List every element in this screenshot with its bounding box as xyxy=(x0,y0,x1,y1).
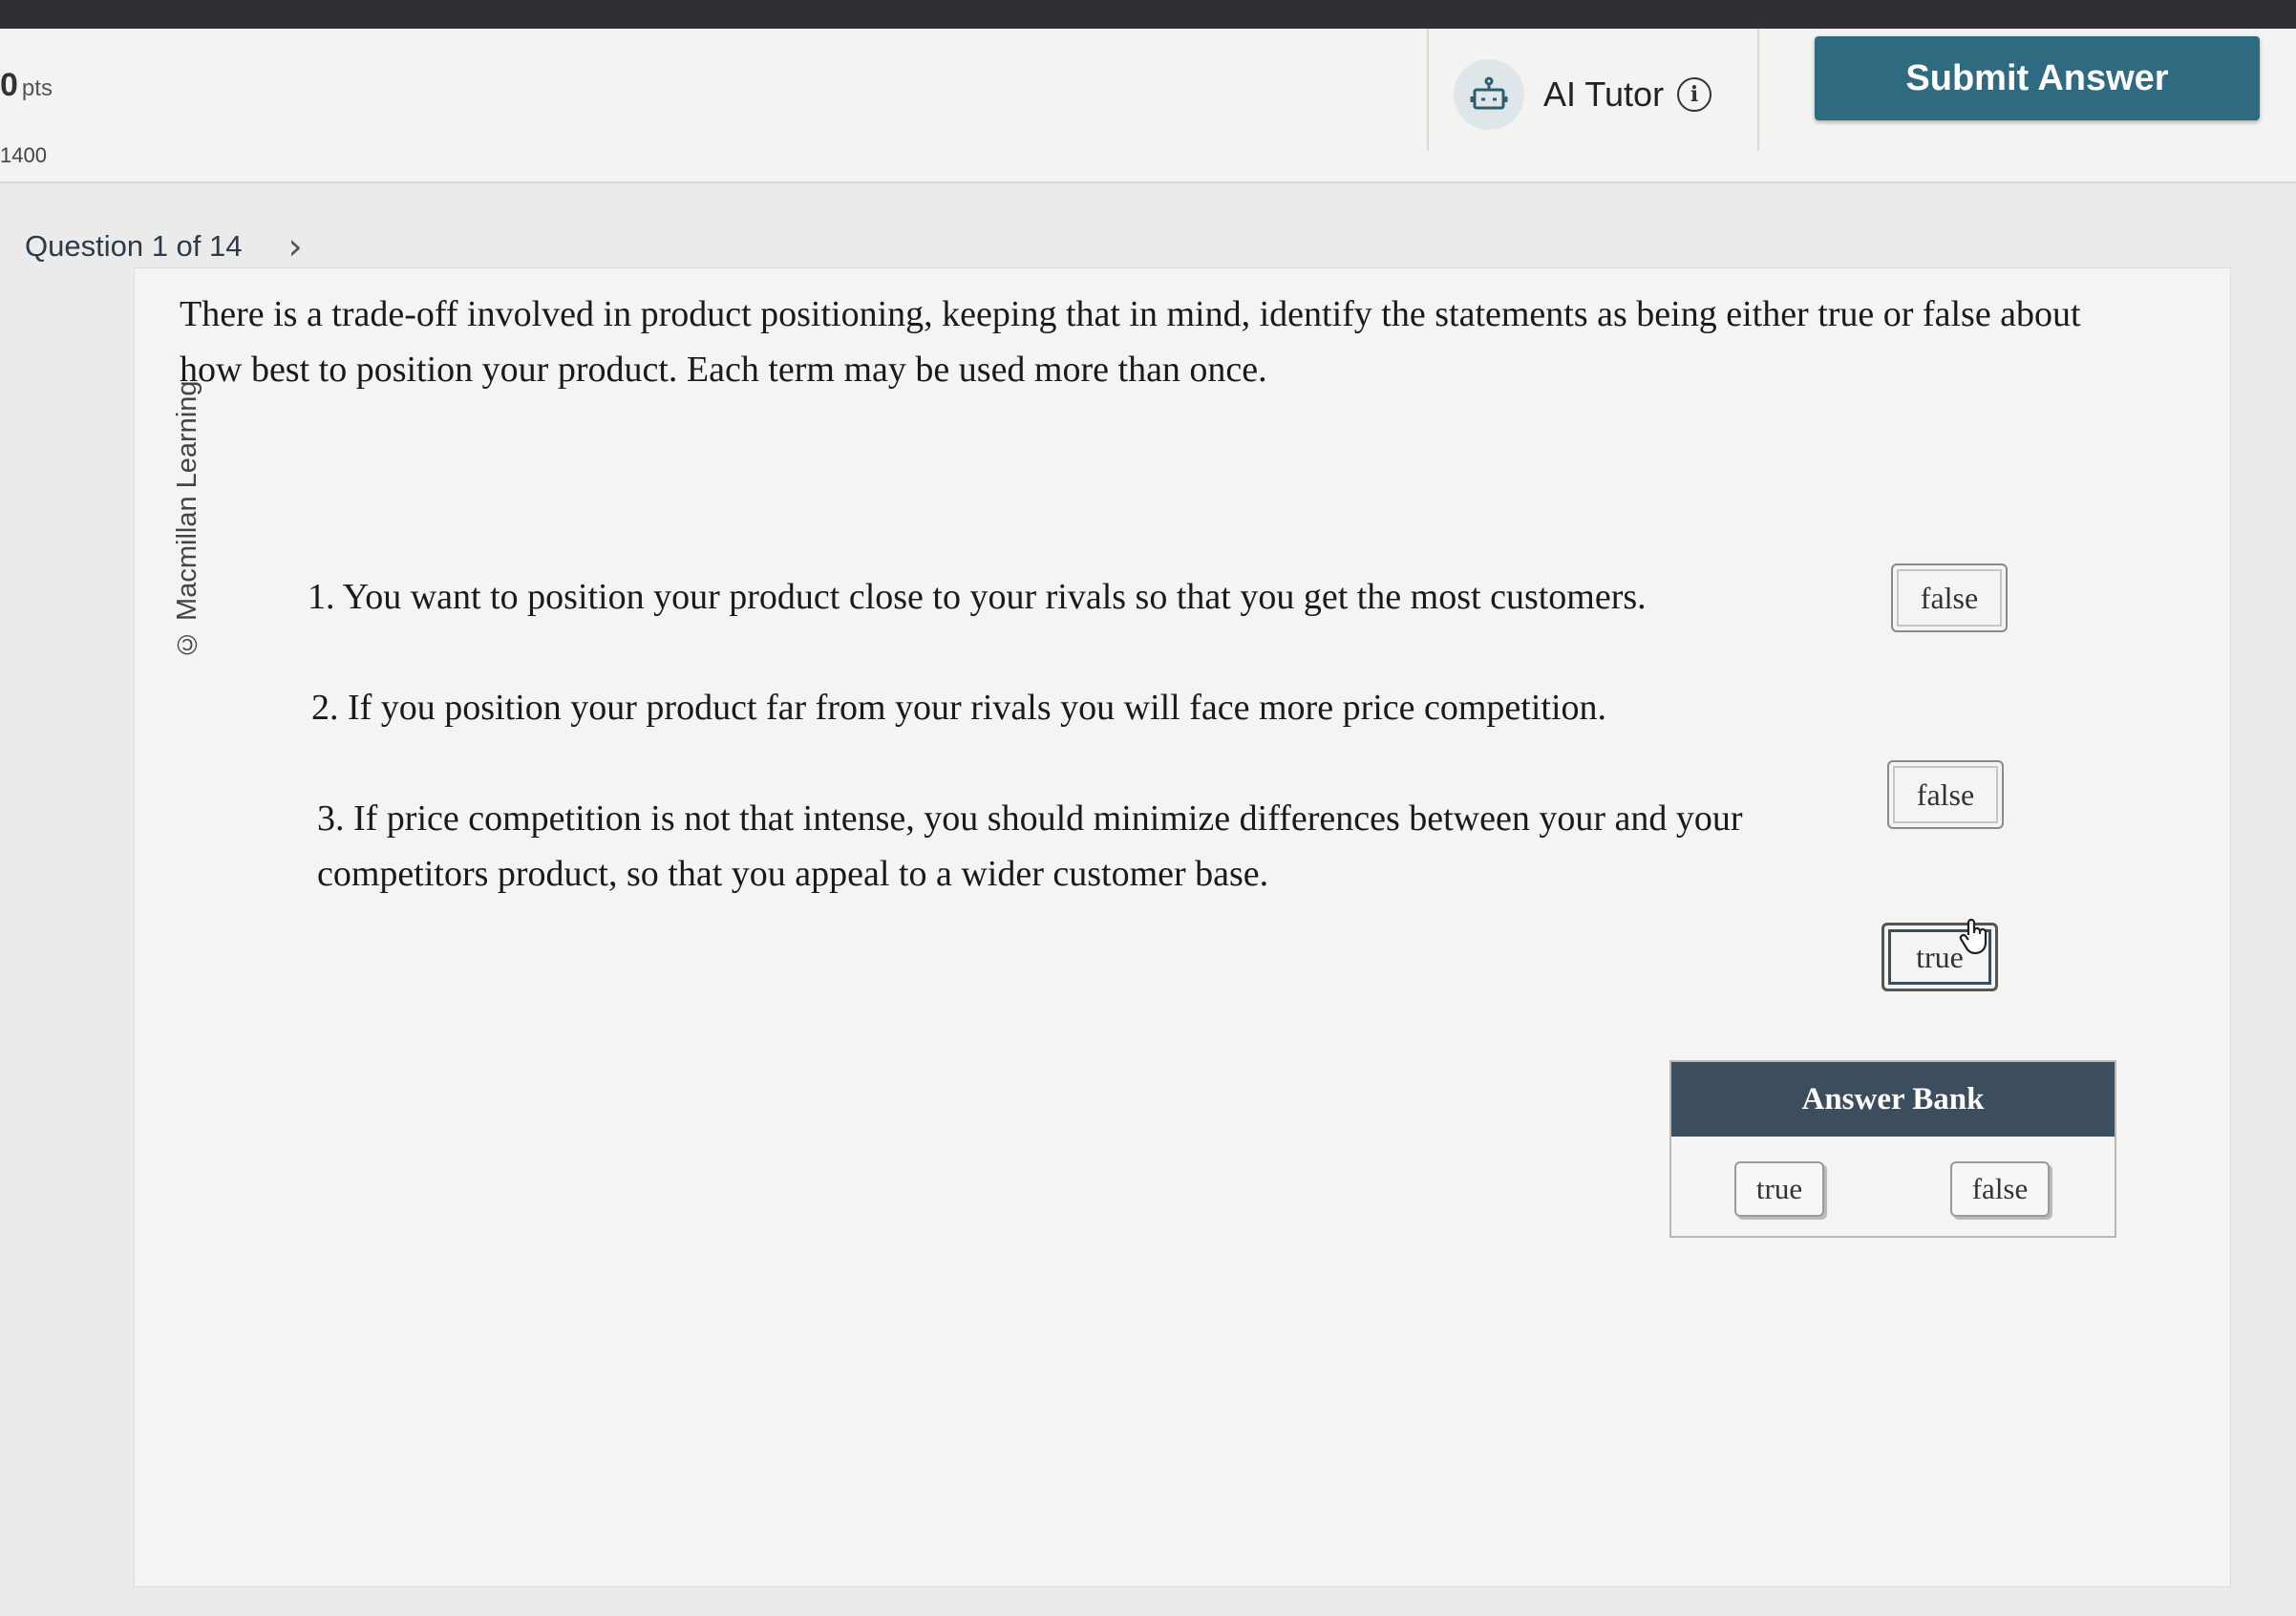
answer-slot-3[interactable]: true xyxy=(1881,918,1998,991)
points-value: 0 xyxy=(0,67,18,103)
answer-slot-3-text: true xyxy=(1916,939,1964,974)
answer-bank: Answer Bank true false xyxy=(1669,1060,2116,1238)
chevron-right-icon[interactable]: › xyxy=(288,225,303,267)
answer-slot-1[interactable]: false xyxy=(1891,563,2008,632)
points-display: 0 pts xyxy=(0,67,53,104)
hand-pointer-icon xyxy=(1959,918,1988,955)
question-prompt: There is a trade-off involved in product… xyxy=(180,294,2081,390)
info-icon[interactable]: i xyxy=(1677,77,1712,112)
answer-chip-true[interactable]: true xyxy=(1734,1161,1824,1217)
statement-3: 3. If price competition is not that inte… xyxy=(317,798,1743,894)
robot-icon xyxy=(1454,59,1524,130)
ai-tutor-button[interactable]: AI Tutor i xyxy=(1454,59,1712,130)
header-divider xyxy=(1427,29,1429,151)
question-navigation: Question 1 of 14 › xyxy=(25,225,303,267)
statement-2: 2. If you position your product far from… xyxy=(311,688,1607,728)
points-unit: pts xyxy=(21,75,53,101)
ai-tutor-label: AI Tutor xyxy=(1543,74,1665,114)
header-divider xyxy=(1757,29,1759,151)
answer-bank-title: Answer Bank xyxy=(1671,1062,2115,1137)
points-subtext: 1400 xyxy=(0,143,47,167)
answer-slot-2[interactable]: false xyxy=(1887,760,2004,829)
question-counter: Question 1 of 14 xyxy=(25,229,243,263)
statement-1: 1. You want to position your product clo… xyxy=(308,577,1647,617)
submit-answer-button[interactable]: Submit Answer xyxy=(1815,36,2260,120)
answer-chip-false[interactable]: false xyxy=(1950,1161,2050,1217)
